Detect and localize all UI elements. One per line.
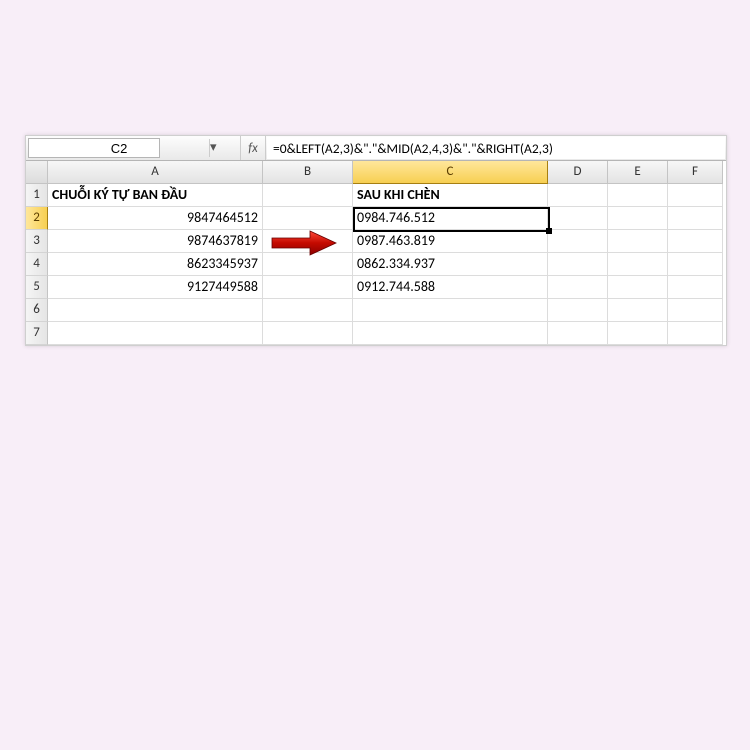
row-header-4[interactable]: 4	[26, 253, 48, 276]
cell-C2[interactable]: 0984.746.512	[353, 207, 548, 230]
cell-D5[interactable]	[548, 276, 608, 299]
cell-B3[interactable]	[263, 230, 353, 253]
col-header-A[interactable]: A	[48, 161, 263, 184]
cell-C7[interactable]	[353, 322, 548, 345]
cell-A4[interactable]: 8623345937	[48, 253, 263, 276]
cell-D2[interactable]	[548, 207, 608, 230]
cell-F4[interactable]	[668, 253, 723, 276]
formula-bar-gap	[160, 136, 240, 160]
cell-C1[interactable]: SAU KHI CHÈN	[353, 184, 548, 207]
row-header-6[interactable]: 6	[26, 299, 48, 322]
row-header-2[interactable]: 2	[26, 207, 48, 230]
formula-bar: ▾ fx	[26, 136, 726, 161]
cell-F7[interactable]	[668, 322, 723, 345]
cell-B5[interactable]	[263, 276, 353, 299]
formula-input[interactable]	[267, 137, 725, 159]
cell-C6[interactable]	[353, 299, 548, 322]
col-header-B[interactable]: B	[263, 161, 353, 184]
cell-A2[interactable]: 9847464512	[48, 207, 263, 230]
row-header-7[interactable]: 7	[26, 322, 48, 345]
cell-C4[interactable]: 0862.334.937	[353, 253, 548, 276]
cell-E6[interactable]	[608, 299, 668, 322]
select-all-corner[interactable]	[26, 161, 48, 184]
cell-C5[interactable]: 0912.744.588	[353, 276, 548, 299]
cell-A3[interactable]: 9874637819	[48, 230, 263, 253]
cell-A7[interactable]	[48, 322, 263, 345]
cell-A5[interactable]: 9127449588	[48, 276, 263, 299]
col-header-F[interactable]: F	[668, 161, 723, 184]
cell-F2[interactable]	[668, 207, 723, 230]
row-header-1[interactable]: 1	[26, 184, 48, 207]
fx-button[interactable]: fx	[240, 136, 266, 160]
cell-B2[interactable]	[263, 207, 353, 230]
cell-B1[interactable]	[263, 184, 353, 207]
cell-E2[interactable]	[608, 207, 668, 230]
cell-C3[interactable]: 0987.463.819	[353, 230, 548, 253]
cell-D4[interactable]	[548, 253, 608, 276]
cell-F1[interactable]	[668, 184, 723, 207]
spreadsheet-grid: A B C D E F 1 CHUỖI KÝ TỰ BAN ĐẦU SAU KH…	[26, 161, 726, 345]
cell-E1[interactable]	[608, 184, 668, 207]
cell-D1[interactable]	[548, 184, 608, 207]
col-header-E[interactable]: E	[608, 161, 668, 184]
col-header-C[interactable]: C	[353, 161, 548, 184]
excel-window: ▾ fx A B C D E F 1 CHUỖI KÝ TỰ BAN ĐẦU S…	[25, 135, 727, 346]
row-header-5[interactable]: 5	[26, 276, 48, 299]
cell-A6[interactable]	[48, 299, 263, 322]
name-box-wrap: ▾	[28, 138, 160, 158]
cell-A1[interactable]: CHUỖI KÝ TỰ BAN ĐẦU	[48, 184, 263, 207]
cell-F6[interactable]	[668, 299, 723, 322]
cell-E3[interactable]	[608, 230, 668, 253]
row-header-3[interactable]: 3	[26, 230, 48, 253]
cell-E4[interactable]	[608, 253, 668, 276]
cell-D3[interactable]	[548, 230, 608, 253]
cell-E5[interactable]	[608, 276, 668, 299]
cell-F5[interactable]	[668, 276, 723, 299]
col-header-D[interactable]: D	[548, 161, 608, 184]
cell-D6[interactable]	[548, 299, 608, 322]
cell-D7[interactable]	[548, 322, 608, 345]
cell-B6[interactable]	[263, 299, 353, 322]
cell-B7[interactable]	[263, 322, 353, 345]
cell-B4[interactable]	[263, 253, 353, 276]
cell-E7[interactable]	[608, 322, 668, 345]
cell-F3[interactable]	[668, 230, 723, 253]
